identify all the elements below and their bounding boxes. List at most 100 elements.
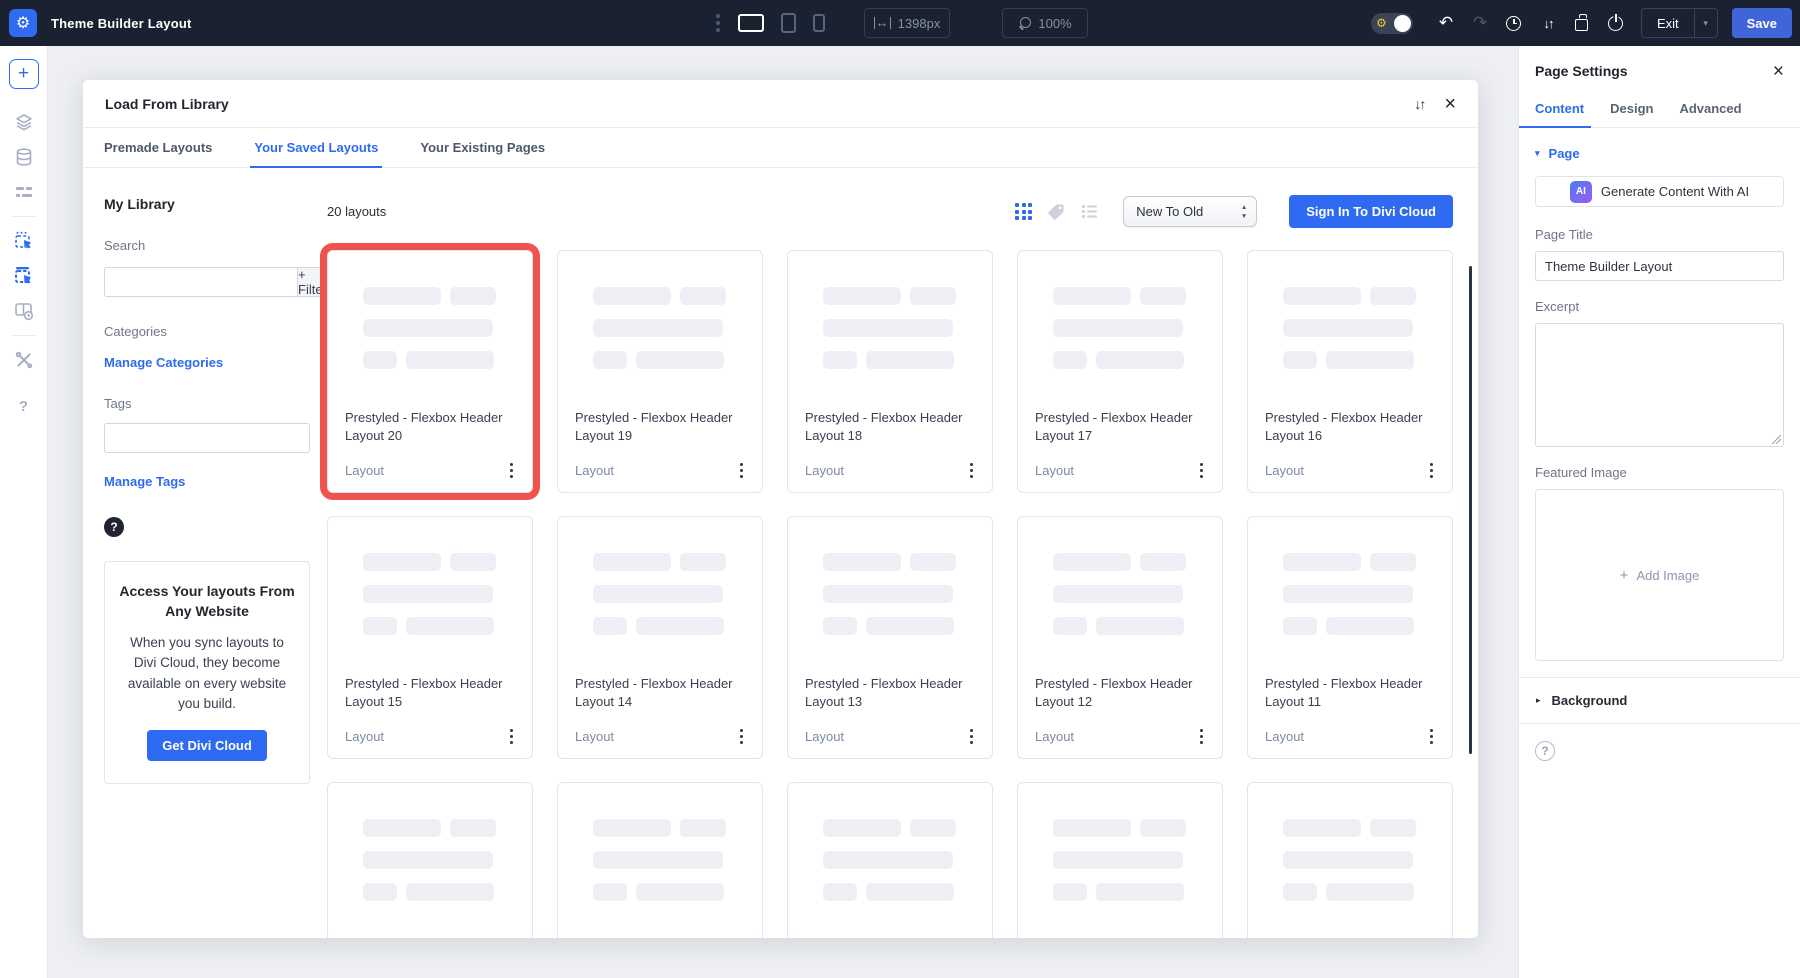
generate-content-ai-button[interactable]: AI Generate Content With AI <box>1535 176 1784 207</box>
builder-settings-button[interactable]: ⚙ <box>9 9 37 37</box>
database-button[interactable] <box>9 142 39 172</box>
get-divi-cloud-button[interactable]: Get Divi Cloud <box>147 730 267 761</box>
placeholder-bar <box>1283 851 1413 869</box>
layout-card[interactable]: Prestyled - Flexbox Header Layout 17 Lay… <box>1017 250 1223 493</box>
filter-button[interactable]: + Filter <box>297 267 328 297</box>
phone-view-icon[interactable] <box>813 14 825 32</box>
plus-icon: + <box>1620 567 1629 584</box>
placeholder-bar <box>406 883 494 901</box>
tab-your-existing-pages[interactable]: Your Existing Pages <box>420 128 545 167</box>
card-options-icon[interactable] <box>1195 460 1209 482</box>
layout-card[interactable]: Prestyled - Flexbox Header Layout 15 Lay… <box>327 516 533 759</box>
layout-card-title: Prestyled - Flexbox Header Layout 18 <box>805 409 976 445</box>
card-options-icon[interactable] <box>1195 726 1209 748</box>
placeholder-bar <box>1283 351 1317 369</box>
sidebar-help-button[interactable]: ? <box>9 391 39 421</box>
history-button[interactable] <box>1497 0 1531 46</box>
chevron-down-icon: ▾ <box>1535 149 1540 158</box>
placeholder-bar <box>1140 287 1186 305</box>
library-help-button[interactable]: ? <box>104 517 124 537</box>
tablet-view-icon[interactable] <box>781 13 796 33</box>
layout-card[interactable]: Prestyled - Flexbox Header Layout 16 Lay… <box>1247 250 1453 493</box>
layout-card[interactable]: Prestyled - Flexbox Header Layout 12 Lay… <box>1017 516 1223 759</box>
background-section-toggle[interactable]: ▸ Background <box>1519 677 1800 724</box>
zoom-control[interactable]: 100% <box>1002 8 1088 38</box>
page-title-input[interactable] <box>1535 251 1784 281</box>
grid-view-icon[interactable] <box>1015 203 1032 220</box>
viewport-width-control[interactable]: ↔ 1398px <box>864 8 950 38</box>
chevron-right-icon: ▸ <box>1536 696 1541 705</box>
tab-design[interactable]: Design <box>1610 90 1653 127</box>
layout-card-type: Layout <box>1035 729 1074 744</box>
more-options-icon[interactable] <box>716 14 720 32</box>
card-options-icon[interactable] <box>1425 726 1439 748</box>
redo-button[interactable]: ↷ <box>1463 0 1497 46</box>
layout-card[interactable]: Prestyled - Flexbox Header Layout 20 Lay… <box>327 250 533 493</box>
top-bar: ⚙ Theme Builder Layout ↔ 1398px 100% ⚙ ↶… <box>0 0 1800 46</box>
ai-icon: AI <box>1570 181 1592 203</box>
card-options-icon[interactable] <box>1425 460 1439 482</box>
layout-card-title: Prestyled - Flexbox Header Layout 16 <box>1265 409 1436 445</box>
card-options-icon[interactable] <box>735 726 749 748</box>
layout-card[interactable] <box>1017 782 1223 938</box>
grid-scrollbar[interactable] <box>1469 266 1472 754</box>
tab-premade-layouts[interactable]: Premade Layouts <box>104 128 212 167</box>
layout-card[interactable] <box>787 782 993 938</box>
modal-close-icon[interactable]: × <box>1444 94 1456 114</box>
page-layouts-button[interactable] <box>9 296 39 326</box>
add-image-button[interactable]: + Add Image <box>1535 489 1784 661</box>
layout-card[interactable]: Prestyled - Flexbox Header Layout 13 Lay… <box>787 516 993 759</box>
theme-mode-toggle[interactable]: ⚙ <box>1371 13 1413 34</box>
layout-card[interactable]: Prestyled - Flexbox Header Layout 19 Lay… <box>557 250 763 493</box>
sort-order-select[interactable]: New To Old ▲▼ <box>1123 196 1257 227</box>
search-input[interactable] <box>104 267 297 297</box>
page-section-toggle[interactable]: ▾ Page <box>1535 146 1784 161</box>
sign-in-divi-cloud-button[interactable]: Sign In To Divi Cloud <box>1289 195 1453 228</box>
layout-card[interactable] <box>327 782 533 938</box>
placeholder-bar <box>363 319 493 337</box>
layout-card-title: Prestyled - Flexbox Header Layout 17 <box>1035 409 1206 445</box>
exit-button[interactable]: Exit <box>1642 16 1694 31</box>
layout-thumbnail <box>558 783 762 937</box>
card-options-icon[interactable] <box>965 460 979 482</box>
tab-your-saved-layouts[interactable]: Your Saved Layouts <box>254 128 378 167</box>
panel-close-icon[interactable]: × <box>1773 62 1784 81</box>
excerpt-textarea[interactable] <box>1535 323 1784 447</box>
manage-categories-link[interactable]: Manage Categories <box>104 355 223 370</box>
layers-button[interactable] <box>9 107 39 137</box>
card-options-icon[interactable] <box>505 726 519 748</box>
tab-advanced[interactable]: Advanced <box>1679 90 1741 127</box>
exit-button-group[interactable]: Exit ▾ <box>1641 8 1718 38</box>
placeholder-bar <box>1053 287 1131 305</box>
tab-content[interactable]: Content <box>1535 90 1584 127</box>
exit-dropdown-caret[interactable]: ▾ <box>1694 9 1717 37</box>
placeholder-bar <box>1053 351 1087 369</box>
redo-icon: ↷ <box>1473 13 1487 33</box>
layout-card[interactable] <box>557 782 763 938</box>
card-options-icon[interactable] <box>505 460 519 482</box>
delete-button[interactable] <box>1565 0 1599 46</box>
undo-button[interactable]: ↶ <box>1429 0 1463 46</box>
layout-card-type: Layout <box>575 463 614 478</box>
tags-input[interactable] <box>104 423 310 453</box>
list-view-icon[interactable] <box>1080 202 1099 221</box>
card-options-icon[interactable] <box>735 460 749 482</box>
layout-card[interactable] <box>1247 782 1453 938</box>
settings-help-button[interactable]: ? <box>1535 741 1555 761</box>
add-module-button[interactable]: + <box>9 59 39 89</box>
layout-card[interactable]: Prestyled - Flexbox Header Layout 14 Lay… <box>557 516 763 759</box>
layout-card[interactable]: Prestyled - Flexbox Header Layout 18 Lay… <box>787 250 993 493</box>
tools-button[interactable] <box>9 345 39 375</box>
layout-card[interactable]: Prestyled - Flexbox Header Layout 11 Lay… <box>1247 516 1453 759</box>
desktop-view-icon[interactable] <box>738 14 764 32</box>
manage-tags-link[interactable]: Manage Tags <box>104 474 185 489</box>
sort-layers-button[interactable]: ↓↑ <box>1531 0 1565 46</box>
card-options-icon[interactable] <box>965 726 979 748</box>
insert-module-button[interactable] <box>9 226 39 256</box>
modal-sort-icon[interactable]: ↓↑ <box>1414 96 1424 112</box>
insert-module-alt-button[interactable] <box>9 261 39 291</box>
wireframe-view-button[interactable] <box>9 177 39 207</box>
save-button[interactable]: Save <box>1732 8 1792 38</box>
portability-button[interactable] <box>1599 0 1633 46</box>
tag-view-icon[interactable] <box>1046 202 1066 222</box>
